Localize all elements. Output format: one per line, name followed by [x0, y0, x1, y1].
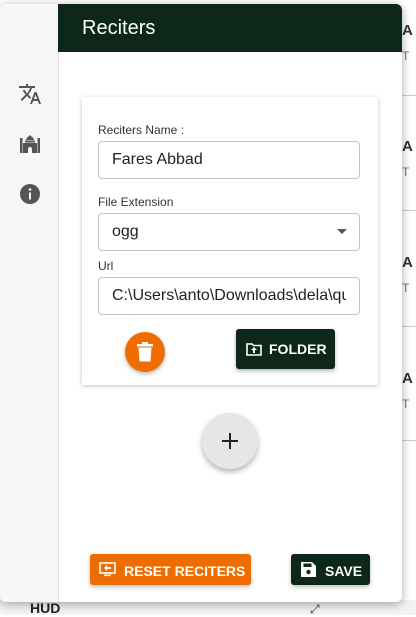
- save-icon: [301, 562, 316, 577]
- reset-reciters-label: RESET RECITERS: [124, 563, 246, 579]
- background-item-subtitle: T: [402, 49, 410, 63]
- background-item-subtitle: T: [402, 397, 410, 411]
- trash-icon: [137, 342, 153, 362]
- reciter-name-input[interactable]: [98, 141, 360, 179]
- url-label: Url: [98, 259, 114, 273]
- file-extension-label: File Extension: [98, 195, 174, 209]
- background-item-title: A: [402, 22, 413, 39]
- url-input[interactable]: [98, 277, 360, 315]
- background-divider: [402, 440, 416, 441]
- background-panel: [402, 0, 416, 615]
- translate-icon[interactable]: [18, 82, 42, 106]
- background-divider: [402, 326, 416, 327]
- reciter-card: Reciters Name : File Extension ogg Url F…: [82, 97, 378, 385]
- background-item-title: A: [402, 370, 413, 387]
- background-divider: [402, 210, 416, 211]
- background-list-item: A T: [402, 370, 416, 411]
- folder-button-label: FOLDER: [269, 341, 327, 357]
- delete-reciter-button[interactable]: [125, 332, 165, 372]
- background-item-subtitle: T: [402, 281, 410, 295]
- background-bottom-bar: HUD ⤢: [0, 600, 416, 616]
- reset-reciters-button[interactable]: RESET RECITERS: [90, 554, 251, 585]
- background-divider: [402, 95, 416, 96]
- save-button-label: SAVE: [325, 563, 363, 579]
- file-extension-value: ogg: [112, 223, 139, 240]
- mosque-icon[interactable]: [18, 132, 42, 156]
- background-list-item: A T: [402, 138, 416, 179]
- background-list-item: A T: [402, 22, 416, 63]
- save-button[interactable]: SAVE: [291, 554, 370, 585]
- reciter-name-label: Reciters Name :: [98, 123, 185, 137]
- folder-upload-icon: [246, 343, 262, 356]
- reset-icon: [99, 562, 116, 577]
- side-rail: [0, 4, 59, 602]
- background-item-title: A: [402, 254, 413, 271]
- dialog-header: Reciters: [58, 4, 402, 52]
- folder-button[interactable]: FOLDER: [236, 329, 335, 369]
- file-extension-select[interactable]: ogg: [98, 213, 360, 251]
- background-item-subtitle: T: [402, 165, 410, 179]
- page-title: Reciters: [82, 17, 156, 39]
- background-list-item: A T: [402, 254, 416, 295]
- add-reciter-button[interactable]: [202, 413, 258, 469]
- info-icon[interactable]: [18, 182, 42, 206]
- background-item-title: A: [402, 138, 413, 155]
- plus-icon: [222, 433, 238, 449]
- hud-label: HUD: [30, 600, 61, 616]
- dropdown-arrow-icon: [337, 229, 347, 234]
